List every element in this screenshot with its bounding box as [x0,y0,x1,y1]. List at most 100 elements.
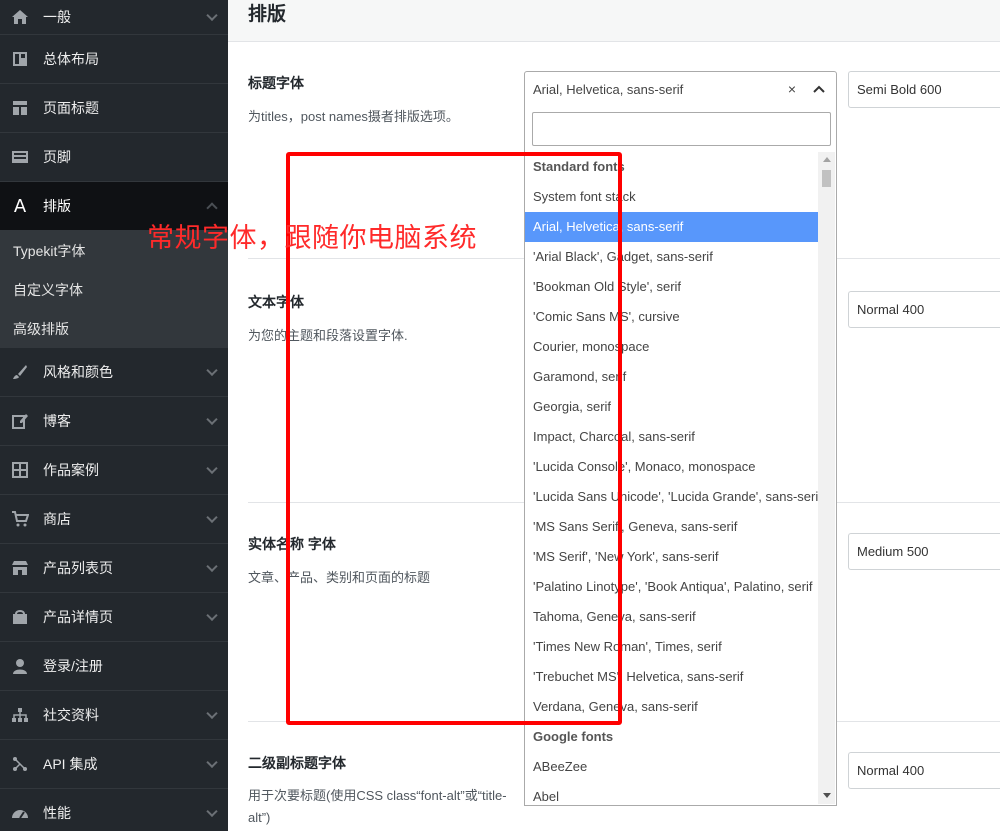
font-family-select[interactable]: Arial, Helvetica, sans-serif × [524,71,837,108]
grid-icon [10,460,30,480]
chevron-down-icon [206,560,218,573]
clear-icon[interactable]: × [788,81,796,97]
sidebar-item-layout[interactable]: 总体布局 [0,35,228,84]
sidebar-item-label: API 集成 [43,756,98,772]
store-icon [10,558,30,578]
sidebar-item-product-list[interactable]: 产品列表页 [0,544,228,593]
sidebar-item-label: 风格和颜色 [43,364,113,380]
font-weight-select[interactable]: Medium 500 [848,533,1000,570]
sidebar-item-label: 产品列表页 [43,560,113,576]
field-label: 文本字体 [248,294,304,310]
chevron-down-icon [206,364,218,377]
field-label: 标题字体 [248,75,304,91]
scroll-down-icon[interactable] [823,793,831,798]
option-group-label: Standard fonts [533,159,625,174]
font-option[interactable]: Arial, Helvetica, sans-serif [525,212,818,242]
chevron-down-icon [206,805,218,818]
field-subheading-font: 二级副标题字体 用于次要标题(使用CSS class“font-alt”或“ti… [248,753,507,829]
sidebar-item-label: 页面标题 [43,100,99,116]
sidebar-item-label: 产品详情页 [43,609,113,625]
chevron-down-icon [206,413,218,426]
field-description-line: 用于次要标题(使用CSS class“font-alt”或“title- [248,788,507,803]
sidebar-item-label: 作品案例 [43,462,99,478]
font-option[interactable]: 'MS Sans Serif', Geneva, sans-serif [525,512,818,542]
font-weight-select[interactable]: Semi Bold 600 [848,71,1000,108]
field-description: 为您的主题和段落设置字体. [248,328,408,343]
api-icon [10,754,30,774]
cart-icon [10,509,30,529]
font-option[interactable]: Courier, monospace [525,332,818,362]
page-title: 排版 [248,4,287,25]
font-option[interactable]: 'MS Serif', 'New York', sans-serif [525,542,818,572]
font-option[interactable]: 'Arial Black', Gadget, sans-serif [525,242,818,272]
font-option[interactable]: Verdana, Geneva, sans-serif [525,692,818,722]
sidebar-item-label: 页脚 [43,149,71,165]
sidebar-item-blog[interactable]: 博客 [0,397,228,446]
sidebar-item-general[interactable]: 一般 [0,0,228,35]
home-icon [10,7,30,27]
sidebar-item-social[interactable]: 社交资料 [0,691,228,740]
font-option[interactable]: Impact, Charcoal, sans-serif [525,422,818,452]
font-option[interactable]: Abel [525,782,818,804]
font-option[interactable]: Garamond, serif [525,362,818,392]
sidebar-item-footer[interactable]: 页脚 [0,133,228,182]
user-icon [10,656,30,676]
product-icon [10,607,30,627]
field-heading-font: 标题字体 为titles，post names摄者排版选项。 [248,73,459,127]
field-label: 实体名称 字体 [248,536,336,552]
font-option[interactable]: 'Lucida Console', Monaco, monospace [525,452,818,482]
sidebar-item-label: 商店 [43,511,71,527]
font-weight-select[interactable]: Normal 400 [848,291,1000,328]
edit-icon [10,411,30,431]
font-dropdown: Standard fonts System font stack Arial, He… [524,107,837,806]
typography-icon: A [13,195,27,217]
font-option[interactable]: 'Comic Sans MS', cursive [525,302,818,332]
font-option[interactable]: 'Palatino Linotype', 'Book Antiqua', Pal… [525,572,818,602]
chevron-down-icon [206,707,218,720]
sidebar-item-label: 排版 [43,198,71,214]
sidebar-item-login[interactable]: 登录/注册 [0,642,228,691]
sidebar-item-performance[interactable]: 性能 [0,789,228,831]
font-weight-select[interactable]: Normal 400 [848,752,1000,789]
chevron-down-icon [206,9,218,22]
font-option[interactable]: 'Times New Roman', Times, serif [525,632,818,662]
scrollbar-thumb[interactable] [822,170,831,187]
font-option[interactable]: System font stack [525,182,818,212]
chevron-down-icon [206,756,218,769]
font-option[interactable]: ABeeZee [525,752,818,782]
chevron-down-icon [206,462,218,475]
chevron-down-icon [206,609,218,622]
sidebar-item-page-title[interactable]: 页面标题 [0,84,228,133]
sidebar-item-shop[interactable]: 商店 [0,495,228,544]
font-option[interactable]: Tahoma, Geneva, sans-serif [525,602,818,632]
sidebar-item-portfolio[interactable]: 作品案例 [0,446,228,495]
sidebar-item-label: 总体布局 [43,51,99,67]
brush-icon [10,362,30,382]
dropdown-scrollbar[interactable] [818,152,835,804]
chevron-down-icon [206,511,218,524]
font-option[interactable]: 'Bookman Old Style', serif [525,272,818,302]
font-options-list: Standard fonts System font stack Arial, He… [525,152,818,804]
sidebar-subitem-advanced-typography[interactable]: 高级排版 [0,309,228,348]
font-option[interactable]: 'Trebuchet MS', Helvetica, sans-serif [525,662,818,692]
sidebar-item-api[interactable]: API 集成 [0,740,228,789]
main-content: 排版 标题字体 为titles，post names摄者排版选项。 Semi B… [228,0,1000,831]
font-search-input[interactable] [532,112,831,146]
scroll-up-icon[interactable] [823,157,831,162]
chevron-up-icon[interactable] [812,82,826,96]
footer-icon [10,147,30,167]
network-icon [10,705,30,725]
sidebar-item-style-colors[interactable]: 风格和颜色 [0,348,228,397]
layout-icon [10,49,30,69]
field-entity-font: 实体名称 字体 文章、产品、类别和页面的标题 [248,534,430,588]
field-description: 文章、产品、类别和页面的标题 [248,570,431,585]
font-option[interactable]: 'Lucida Sans Unicode', 'Lucida Grande', … [525,482,818,512]
font-option[interactable]: Georgia, serif [525,392,818,422]
sidebar-item-product-detail[interactable]: 产品详情页 [0,593,228,642]
sidebar: 一般 总体布局 页面标题 页脚 A 排版 Typekit字体 自定义字体 高级排… [0,0,228,831]
field-description: 用于次要标题(使用CSS class“font-alt”或“title- alt… [248,785,507,829]
sidebar-subitem-custom-fonts[interactable]: 自定义字体 [0,270,228,309]
field-label: 二级副标题字体 [248,755,346,771]
page-header: 排版 [228,0,1000,42]
sidebar-item-label: 登录/注册 [43,658,103,674]
